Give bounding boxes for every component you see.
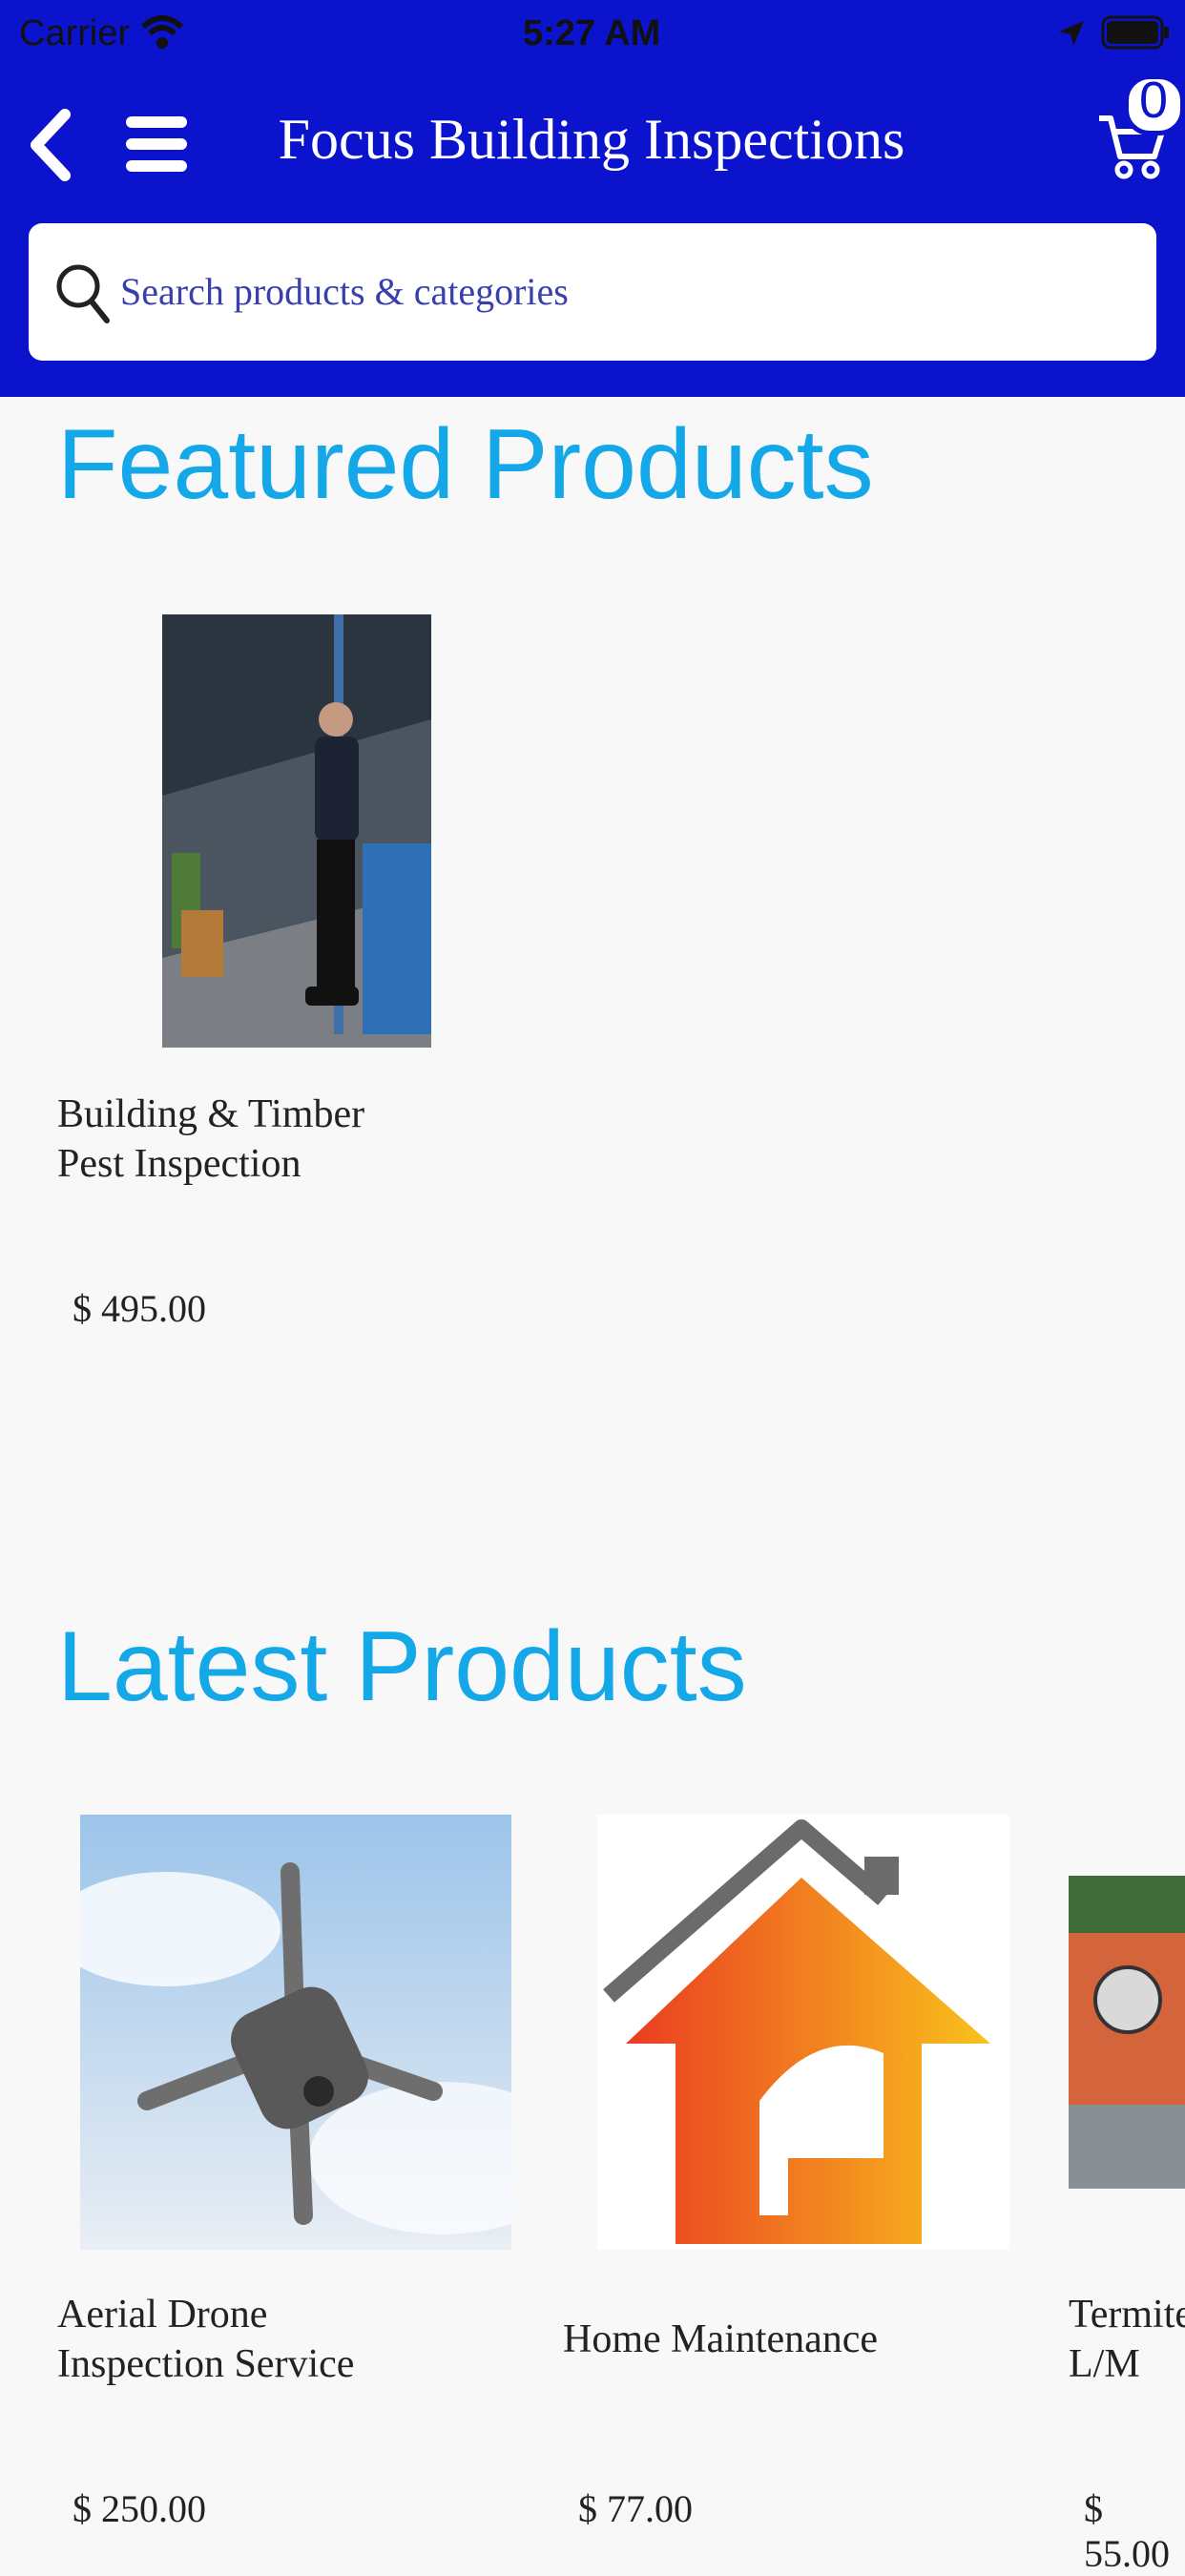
featured-product-name[interactable]: Building & Timber Pest Inspection: [57, 1090, 364, 1189]
drone-photo: [80, 1815, 511, 2250]
home-maintenance-image[interactable]: [597, 1815, 1009, 2250]
product-name-line-1: Building & Timber: [57, 1092, 365, 1136]
product-name-line-2: Pest Inspection: [57, 1142, 301, 1186]
vehicle-photo: [1069, 1876, 1185, 2189]
home-product-name[interactable]: Home Maintenance: [563, 2315, 878, 2364]
inspector-photo: [162, 614, 431, 1048]
termite-product-image[interactable]: [1069, 1876, 1185, 2189]
location-icon: [1059, 21, 1084, 46]
featured-product-price: $ 495.00: [73, 1287, 206, 1330]
featured-product-image[interactable]: [162, 614, 431, 1048]
search-icon: [56, 264, 110, 323]
house-logo: [603, 1819, 990, 2244]
drone-product-image[interactable]: [80, 1815, 511, 2250]
menu-icon[interactable]: [126, 114, 187, 174]
drone-product-name[interactable]: Aerial Drone Inspection Service: [57, 2290, 354, 2389]
featured-title: Featured Products: [57, 409, 874, 520]
drone-product-price: $ 250.00: [73, 2487, 206, 2530]
termite-product-price: $ 55.00: [1084, 2487, 1170, 2575]
back-icon[interactable]: [27, 109, 74, 181]
product-name-line-1: Termite: [1069, 2293, 1185, 2337]
battery-icon: [1101, 15, 1169, 50]
cart-button[interactable]: 0: [1097, 72, 1185, 189]
termite-product-name[interactable]: Termite L/M: [1069, 2290, 1185, 2389]
app-title: Focus Building Inspections: [278, 108, 905, 171]
app-header: Carrier 5:27 AM Focus Building Inspectio…: [0, 0, 1185, 397]
search-bar[interactable]: Search products & categories: [29, 223, 1156, 361]
cart-count: 0: [1138, 72, 1169, 129]
product-name-line-1: Aerial Drone: [57, 2293, 268, 2337]
wifi-icon: [141, 15, 183, 49]
search-input[interactable]: Search products & categories: [120, 269, 569, 314]
home-product-price: $ 77.00: [578, 2487, 693, 2530]
status-time: 5:27 AM: [523, 13, 661, 53]
product-name-line-1: Home Maintenance: [563, 2317, 879, 2361]
carrier-label: Carrier: [19, 13, 131, 53]
product-name-line-2: Inspection Service: [57, 2342, 355, 2386]
latest-title: Latest Products: [57, 1611, 747, 1722]
product-name-line-2: L/M: [1069, 2342, 1140, 2386]
